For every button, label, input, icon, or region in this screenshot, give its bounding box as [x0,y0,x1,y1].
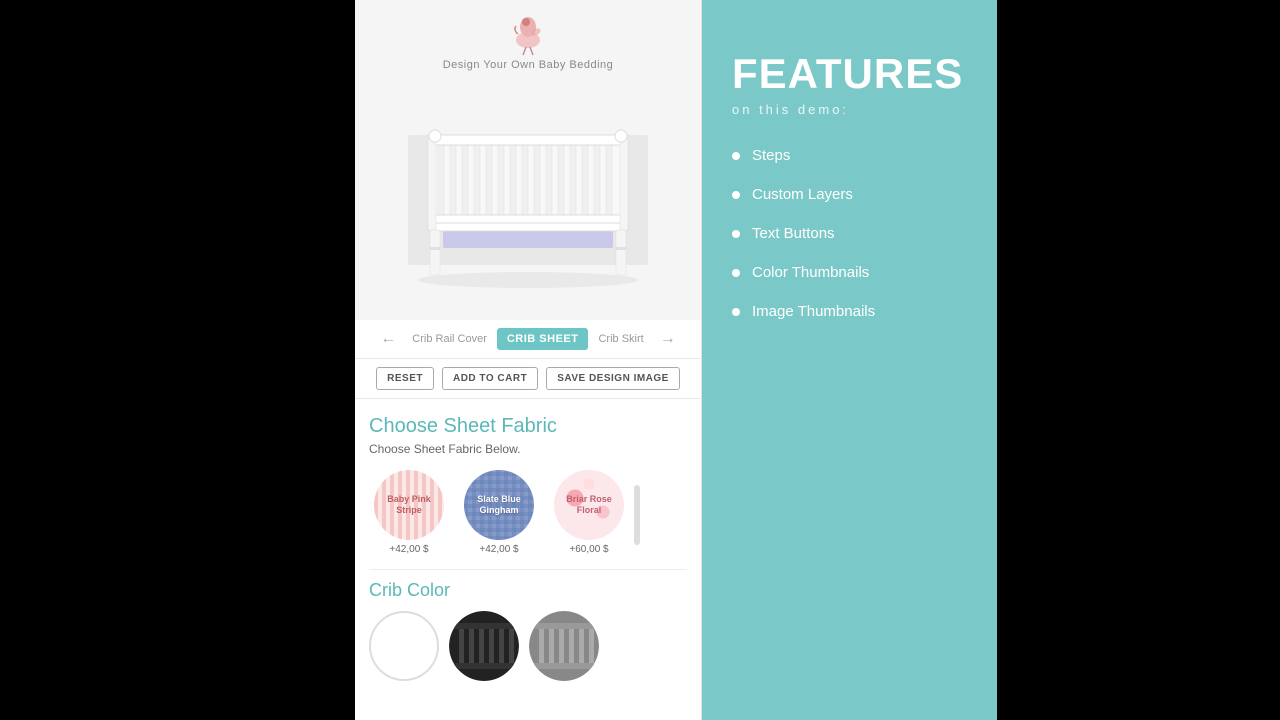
fabric-swatch-floral: Briar Rose Floral [554,470,624,540]
sheet-fabric-section: Choose Sheet Fabric Choose Sheet Fabric … [369,415,687,559]
feature-label-steps: Steps [752,147,790,164]
product-panel: Design Your Own Baby Bedding [355,0,702,720]
feature-item-color-thumbnails: Color Thumbnails [732,264,967,281]
fabric-label-pink: Baby Pink Stripe [374,490,444,520]
right-black-panel [997,0,1280,720]
fabric-swatch-gingham: Slate Blue Gingham [464,470,534,540]
color-option-white[interactable] [369,611,439,681]
product-image-area: Design Your Own Baby Bedding [355,0,701,320]
feature-bullet-custom-layers [732,191,740,199]
feature-bullet-color-thumbnails [732,269,740,277]
fabric-swatch-pink-stripe: Baby Pink Stripe [374,470,444,540]
section-divider [369,569,687,570]
color-option-dark[interactable] [449,611,519,681]
fabric-option-gingham[interactable]: Slate Blue Gingham +42,00 $ [459,470,539,555]
save-design-button[interactable]: SAVE DESIGN IMAGE [546,367,680,390]
feature-item-custom-layers: Custom Layers [732,186,967,203]
navigation-tabs: ← Crib Rail Cover CRIB SHEET Crib Skirt … [355,320,701,359]
tab-crib-rail-cover[interactable]: Crib Rail Cover [402,328,497,350]
features-panel: FEATURES on this demo: Steps Custom Laye… [702,0,997,720]
prev-arrow[interactable]: ← [374,328,402,350]
reset-button[interactable]: RESET [376,367,434,390]
feature-item-image-thumbnails: Image Thumbnails [732,303,967,320]
main-content: Design Your Own Baby Bedding [355,0,997,720]
tab-crib-sheet[interactable]: CRIB SHEET [497,328,589,350]
fabric-label-floral: Briar Rose Floral [554,490,624,520]
feature-label-text-buttons: Text Buttons [752,225,835,242]
options-panel: Choose Sheet Fabric Choose Sheet Fabric … [355,399,701,720]
feature-bullet-text-buttons [732,230,740,238]
left-black-panel [0,0,355,720]
tab-crib-skirt[interactable]: Crib Skirt [588,328,653,350]
feature-bullet-steps [732,152,740,160]
feature-item-text-buttons: Text Buttons [732,225,967,242]
fabric-price-gingham: +42,00 $ [479,544,518,555]
feature-item-steps: Steps [732,147,967,164]
sheet-fabric-subtitle: Choose Sheet Fabric Below. [369,442,687,456]
features-subtitle: on this demo: [732,102,967,117]
action-buttons-row: RESET ADD TO CART SAVE DESIGN IMAGE [355,359,701,399]
fabric-option-floral[interactable]: Briar Rose Floral +60,00 $ [549,470,629,555]
logo-area: Design Your Own Baby Bedding [443,0,614,75]
next-arrow[interactable]: → [654,328,682,350]
feature-label-image-thumbnails: Image Thumbnails [752,303,875,320]
crib-illustration [388,75,668,295]
features-title: FEATURES [732,50,967,98]
brand-tagline: Design Your Own Baby Bedding [443,59,614,71]
crib-color-section: Crib Color [369,580,687,681]
fabric-price-floral: +60,00 $ [569,544,608,555]
fabric-options-list: Baby Pink Stripe +42,00 $ Slate Blue Gin… [369,470,629,555]
add-to-cart-button[interactable]: ADD TO CART [442,367,538,390]
color-options-list [369,611,687,681]
feature-label-custom-layers: Custom Layers [752,186,853,203]
sheet-fabric-title: Choose Sheet Fabric [369,415,687,438]
fabric-label-gingham: Slate Blue Gingham [464,490,534,520]
scroll-indicator [634,485,640,545]
brand-logo [498,12,558,57]
feature-bullet-image-thumbnails [732,308,740,316]
fabric-option-pink-stripe[interactable]: Baby Pink Stripe +42,00 $ [369,470,449,555]
color-option-gray[interactable] [529,611,599,681]
feature-label-color-thumbnails: Color Thumbnails [752,264,869,281]
crib-color-title: Crib Color [369,580,687,601]
fabric-price-pink: +42,00 $ [389,544,428,555]
